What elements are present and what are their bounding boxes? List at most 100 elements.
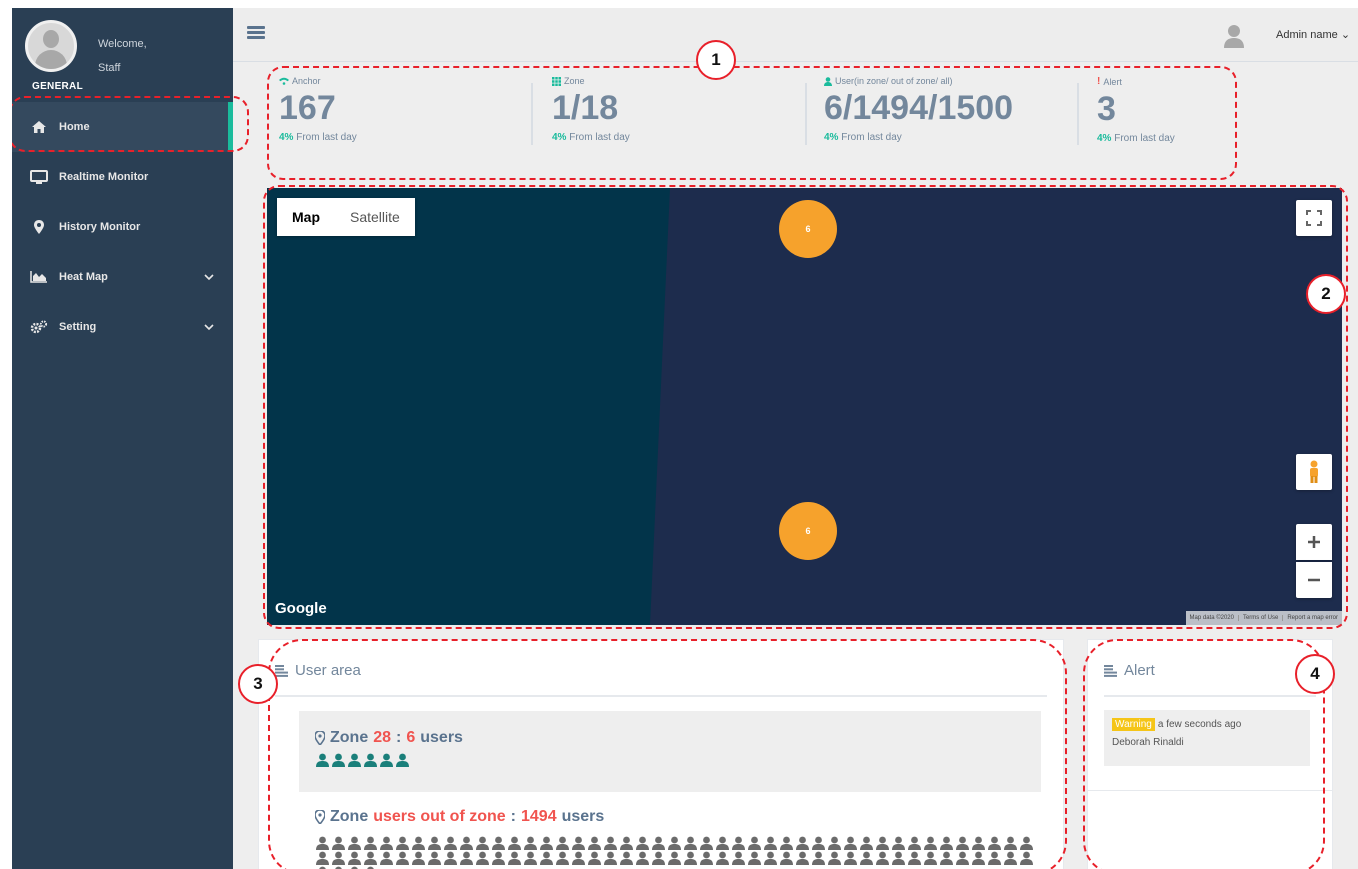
divider bbox=[1088, 790, 1332, 791]
user-icon bbox=[716, 851, 729, 865]
user-icon bbox=[764, 851, 777, 865]
app-frame: Welcome, Staff GENERAL Home Realtime Mon… bbox=[12, 8, 1358, 869]
user-icon bbox=[364, 851, 377, 865]
sidebar-item-label: History Monitor bbox=[59, 221, 141, 233]
user-icon bbox=[348, 851, 361, 865]
report-error-link[interactable]: Report a map error bbox=[1283, 615, 1342, 621]
sidebar-item-setting[interactable]: Setting bbox=[12, 302, 233, 352]
user-icon bbox=[700, 836, 713, 850]
user-icon bbox=[892, 836, 905, 850]
user-icon bbox=[588, 851, 601, 865]
user-icon bbox=[636, 836, 649, 850]
sidebar-item-history-monitor[interactable]: History Monitor bbox=[12, 202, 233, 252]
list-icon bbox=[275, 664, 288, 677]
panel-title: Alert bbox=[1124, 662, 1155, 679]
divider bbox=[1104, 695, 1316, 697]
menu-toggle-icon[interactable] bbox=[247, 26, 265, 40]
user-icon bbox=[492, 851, 505, 865]
map-cluster-marker[interactable]: 6 bbox=[779, 502, 837, 560]
stat-note: From last day bbox=[1114, 133, 1175, 144]
user-icon bbox=[956, 851, 969, 865]
user-icon bbox=[508, 851, 521, 865]
zone-card[interactable]: Zone 28 : 6 users bbox=[299, 711, 1041, 792]
user-icon bbox=[876, 836, 889, 850]
user-icon bbox=[652, 836, 665, 850]
annotation-badge: 4 bbox=[1295, 654, 1335, 694]
user-name: Staff bbox=[98, 62, 121, 74]
user-icon bbox=[572, 851, 585, 865]
zone-out-label: users out of zone bbox=[373, 808, 506, 825]
user-icon bbox=[748, 851, 761, 865]
map[interactable]: Map Satellite 6 6 Google Map data ©2020 … bbox=[267, 188, 1342, 625]
user-icon bbox=[380, 753, 393, 767]
exclamation-icon: ! bbox=[1097, 76, 1101, 87]
divider bbox=[275, 695, 1047, 697]
user-icon bbox=[1020, 836, 1033, 850]
map-tab-map[interactable]: Map bbox=[277, 198, 335, 236]
stat-anchor: Anchor 167 4% From last day bbox=[279, 76, 357, 143]
alert-user-name: Deborah Rinaldi bbox=[1112, 737, 1184, 748]
map-tab-satellite[interactable]: Satellite bbox=[335, 198, 415, 236]
section-title: GENERAL bbox=[32, 81, 83, 92]
zone-prefix: Zone bbox=[330, 808, 369, 825]
map-marker-icon bbox=[315, 731, 325, 745]
desktop-icon bbox=[29, 169, 49, 185]
zoom-in-button[interactable] bbox=[1296, 524, 1332, 560]
user-icon bbox=[812, 851, 825, 865]
user-icon bbox=[396, 753, 409, 767]
user-icon bbox=[924, 836, 937, 850]
user-icon bbox=[476, 836, 489, 850]
user-icon bbox=[364, 753, 377, 767]
area-chart-icon bbox=[29, 269, 49, 285]
zone-separator: : bbox=[510, 808, 516, 825]
user-icon bbox=[332, 836, 345, 850]
user-icon bbox=[428, 836, 441, 850]
user-icon bbox=[524, 851, 537, 865]
user-icon bbox=[700, 851, 713, 865]
chevron-down-icon: ⌄ bbox=[1340, 29, 1351, 41]
avatar[interactable] bbox=[25, 20, 77, 72]
user-icon bbox=[620, 836, 633, 850]
sidebar-item-heat-map[interactable]: Heat Map bbox=[12, 252, 233, 302]
map-cluster-marker[interactable]: 6 bbox=[779, 200, 837, 258]
zoom-out-button[interactable] bbox=[1296, 562, 1332, 598]
user-icon bbox=[732, 851, 745, 865]
user-icon bbox=[316, 851, 329, 865]
user-icon bbox=[764, 836, 777, 850]
wifi-icon bbox=[279, 77, 289, 85]
street-view-button[interactable] bbox=[1296, 454, 1332, 490]
stat-label: User(in zone/ out of zone/ all) bbox=[835, 76, 953, 86]
stat-pct: 4% bbox=[1097, 133, 1112, 144]
user-icon bbox=[444, 851, 457, 865]
google-logo: Google bbox=[275, 600, 327, 617]
user-icon bbox=[972, 851, 985, 865]
admin-avatar[interactable] bbox=[1223, 23, 1245, 49]
chevron-down-icon bbox=[204, 324, 214, 331]
alert-item[interactable]: Warning a few seconds ago Deborah Rinald… bbox=[1104, 710, 1310, 766]
user-icon bbox=[540, 851, 553, 865]
user-icon bbox=[364, 836, 377, 850]
zone-separator: : bbox=[396, 729, 402, 746]
user-icon bbox=[796, 851, 809, 865]
stat-label: Zone bbox=[564, 76, 585, 86]
sidebar-item-realtime-monitor[interactable]: Realtime Monitor bbox=[12, 152, 233, 202]
sidebar-item-label: Realtime Monitor bbox=[59, 171, 149, 183]
user-icon bbox=[940, 851, 953, 865]
user-icon bbox=[860, 836, 873, 850]
sidebar-item-home[interactable]: Home bbox=[12, 102, 233, 152]
alert-time: a few seconds ago bbox=[1157, 719, 1242, 730]
user-icon bbox=[444, 836, 457, 850]
fullscreen-button[interactable] bbox=[1296, 200, 1332, 236]
user-icon bbox=[604, 836, 617, 850]
annotation-badge: 2 bbox=[1306, 274, 1346, 314]
user-icon bbox=[412, 836, 425, 850]
stat-value: 167 bbox=[279, 89, 336, 127]
user-icon bbox=[556, 851, 569, 865]
sidebar-item-label: Heat Map bbox=[59, 271, 108, 283]
user-icon bbox=[380, 836, 393, 850]
user-icon bbox=[780, 836, 793, 850]
user-icon bbox=[476, 851, 489, 865]
terms-link[interactable]: Terms of Use bbox=[1239, 615, 1284, 621]
stat-value: 6/1494/1500 bbox=[824, 89, 1014, 127]
admin-menu[interactable]: Admin name ⌄ bbox=[1276, 28, 1350, 41]
